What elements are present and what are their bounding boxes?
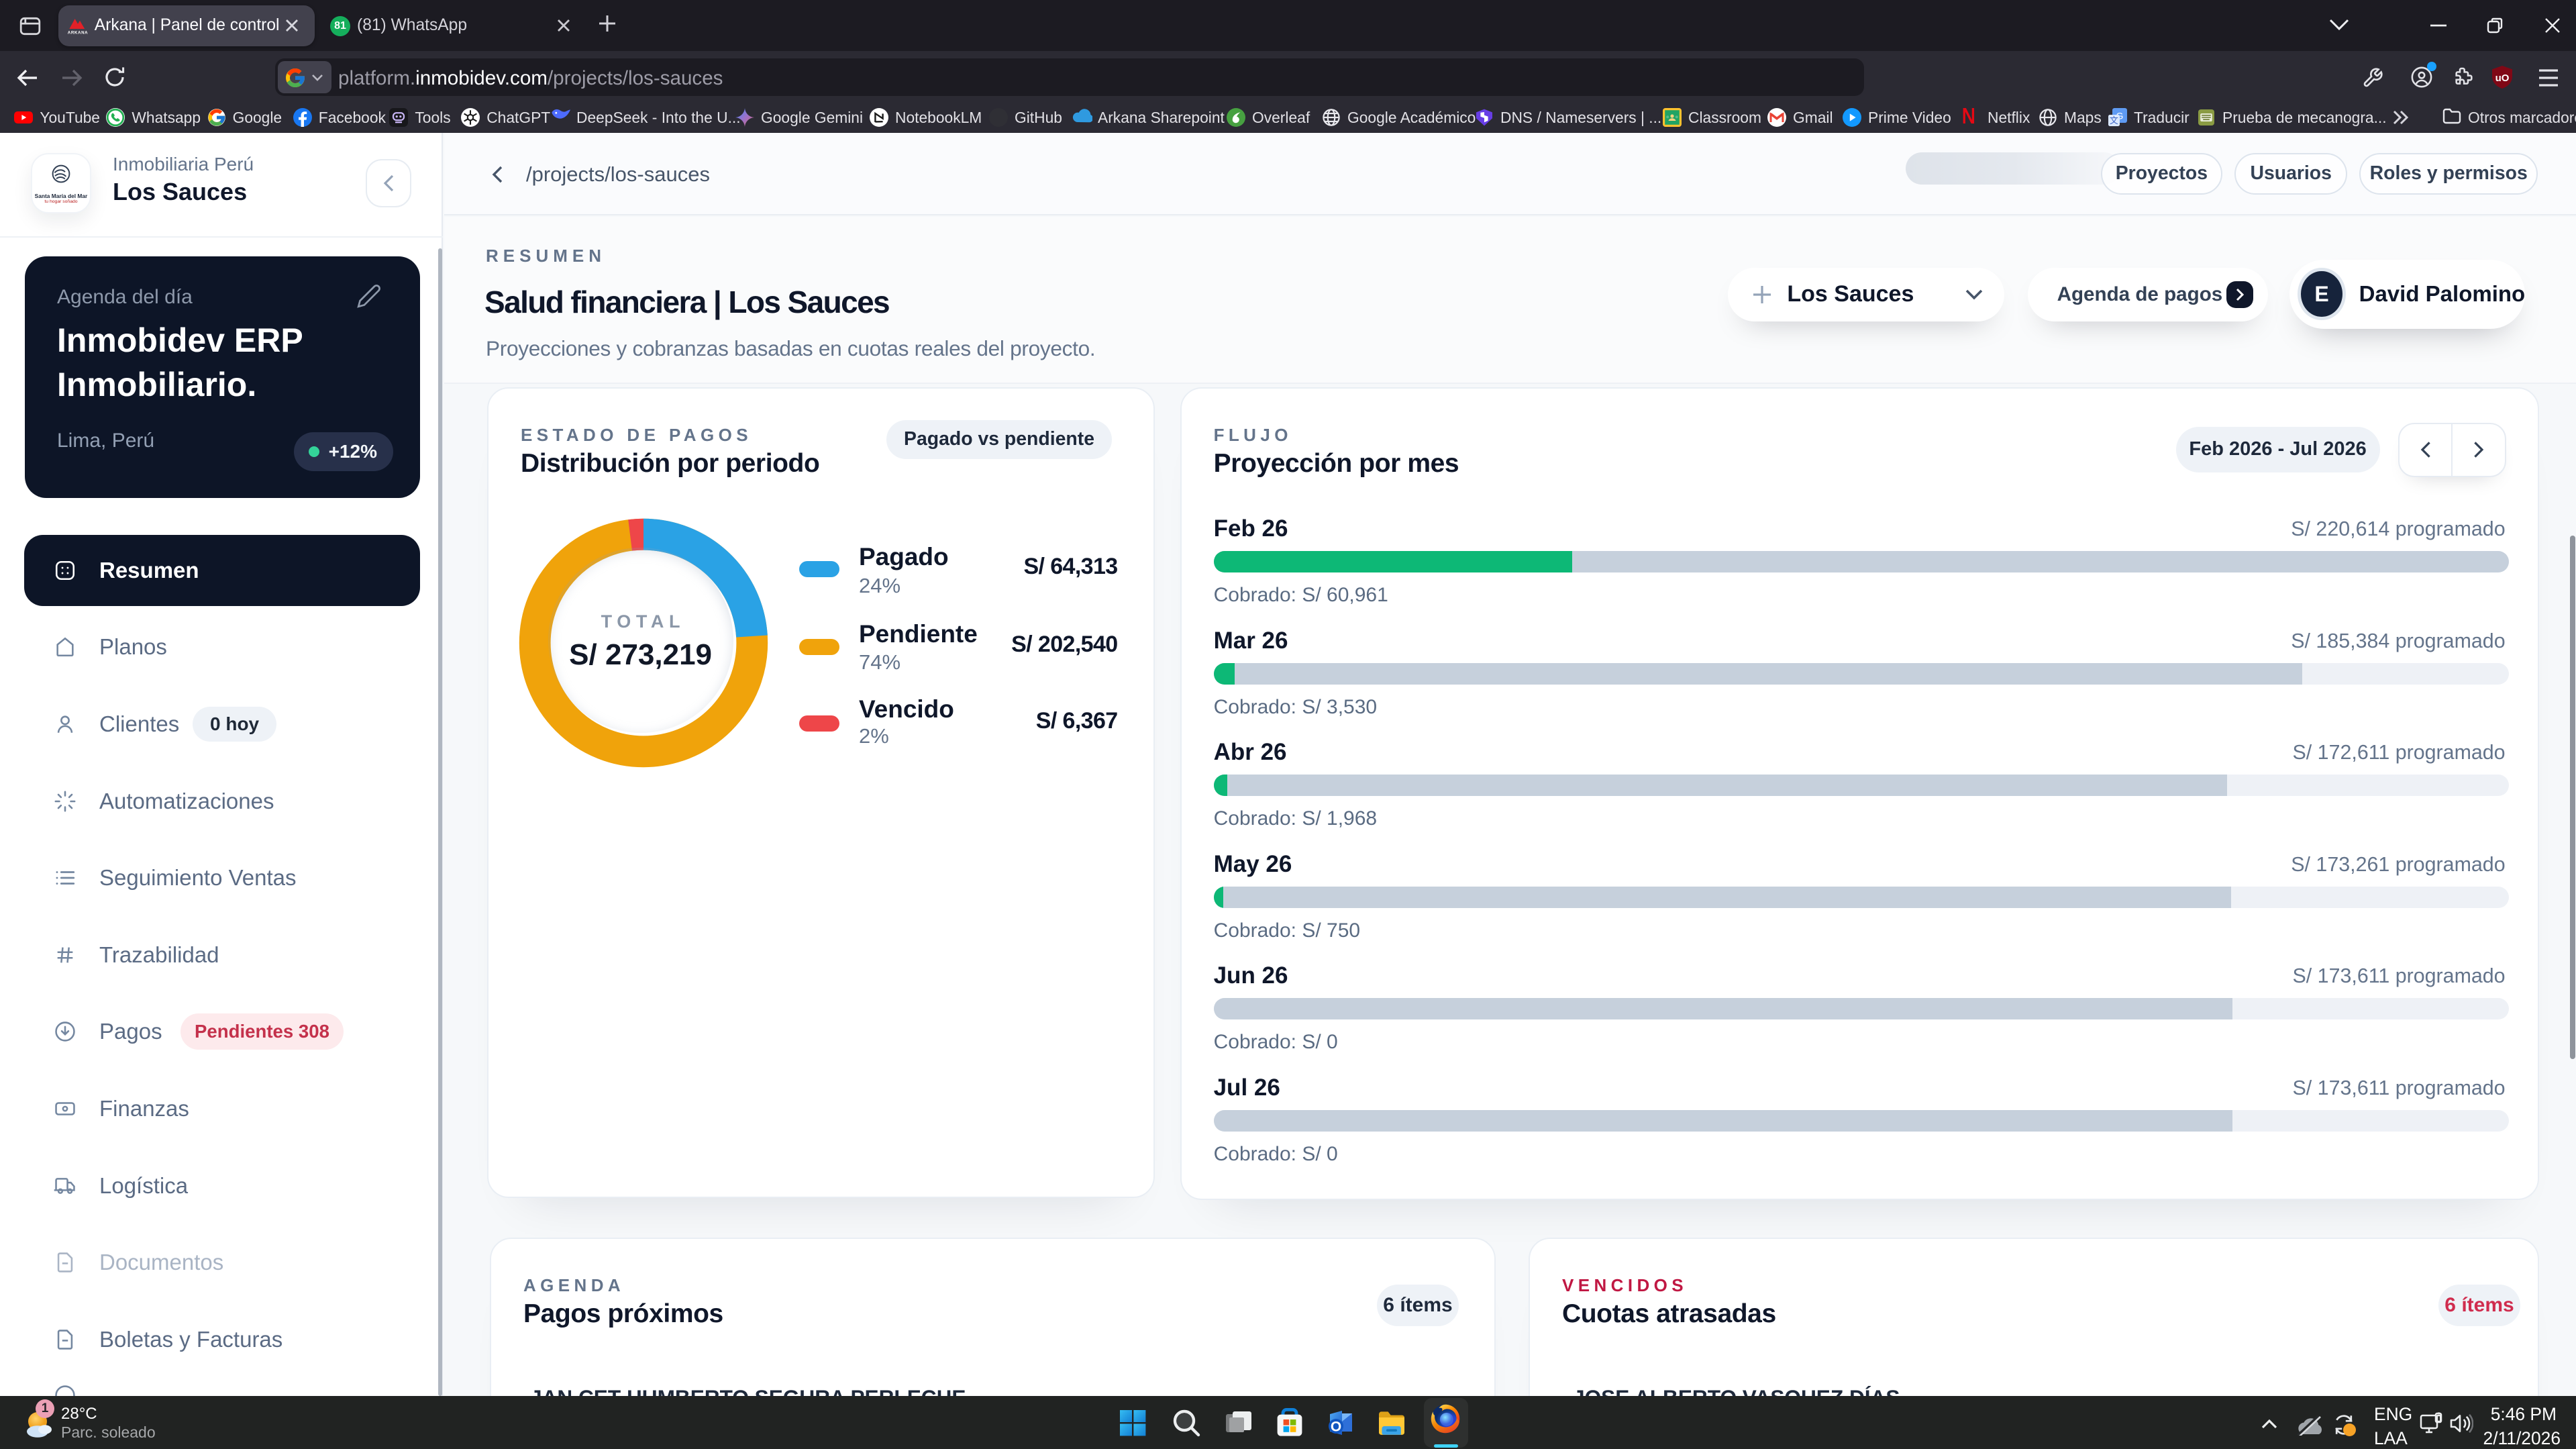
svg-text:uO: uO [2495, 72, 2510, 84]
svg-text:O: O [1331, 1419, 1341, 1435]
svg-text:ARKANA: ARKANA [68, 30, 88, 35]
svg-text:文: 文 [2110, 115, 2118, 126]
